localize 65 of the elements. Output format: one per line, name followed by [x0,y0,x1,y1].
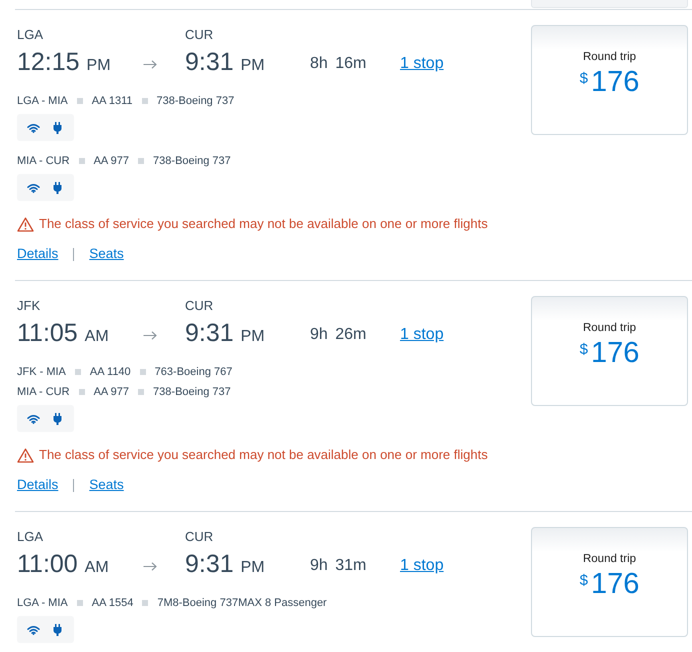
route-text: MIA - CUR [17,154,70,169]
arrow-right-icon [143,562,157,570]
origin-code: LGA [17,529,44,545]
flight-number: AA 977 [94,385,130,400]
departure-time: 12:15 PM [17,47,111,78]
square-bullet-icon [74,369,81,375]
origin-code: JFK [17,298,40,314]
warning-message: The class of service you searched may not be available on one or more flights [39,446,488,464]
power-plug-icon [53,624,62,636]
aircraft-type: 738-Boeing 737 [153,385,231,400]
warning-icon [17,216,34,232]
wifi-icon [27,122,40,132]
aircraft-type: 7M8-Boeing 737MAX 8 Passenger [157,596,327,611]
square-bullet-icon [76,98,83,104]
round-trip-fare-button[interactable]: Round trip $176 [531,296,688,406]
square-bullet-icon [78,389,85,395]
square-bullet-icon [138,389,144,395]
flight-duration: 8h 16m [310,54,366,74]
destination-code: CUR [185,298,214,314]
square-bullet-icon [142,600,148,606]
route-text: LGA - MIA [17,596,68,611]
stops-link[interactable]: 1 stop [400,54,444,74]
arrival-time: 9:31 PM [185,549,265,580]
route-text: MIA - CUR [17,385,70,400]
square-bullet-icon [140,369,146,375]
stops-link[interactable]: 1 stop [400,325,444,345]
arrow-right-icon [143,60,157,68]
wifi-icon [27,182,40,192]
power-plug-icon [53,182,62,194]
route-text: LGA - MIA [17,94,68,109]
arrival-time: 9:31 PM [185,318,265,349]
square-bullet-icon [76,600,83,606]
details-link[interactable]: Details [17,476,58,494]
warning-message: The class of service you searched may not be available on one or more flights [39,215,488,233]
aircraft-type: 738-Boeing 737 [156,94,234,109]
arrival-time: 9:31 PM [185,47,265,78]
square-bullet-icon [142,98,148,104]
details-link[interactable]: Details [17,245,58,263]
power-plug-icon [53,412,62,424]
wifi-icon [27,414,40,424]
flight-number: AA 1554 [92,596,134,611]
warning-icon [17,448,34,462]
flight-duration: 9h 31m [310,556,366,576]
flight-number: AA 1311 [92,94,133,109]
seats-link[interactable]: Seats [89,476,124,494]
aircraft-type: 738-Boeing 737 [153,154,231,169]
round-trip-fare-button[interactable]: Round trip $176 [531,25,688,135]
square-bullet-icon [138,158,144,164]
wifi-icon [27,624,40,634]
route-text: JFK - MIA [17,365,66,380]
seats-link[interactable]: Seats [89,245,124,263]
square-bullet-icon [78,158,85,164]
departure-time: 11:05 AM [17,318,109,349]
power-plug-icon [53,122,62,134]
flight-duration: 9h 26m [310,325,366,345]
destination-code: CUR [185,529,214,545]
departure-time: 11:00 AM [17,549,109,580]
aircraft-type: 763-Boeing 767 [154,365,232,380]
flight-number: AA 1140 [90,365,131,380]
destination-code: CUR [185,27,214,43]
arrow-right-icon [143,330,157,340]
stops-link[interactable]: 1 stop [400,556,444,576]
flight-number: AA 977 [94,154,130,169]
round-trip-fare-button[interactable]: Round trip $176 [531,527,688,637]
origin-code: LGA [17,27,44,43]
